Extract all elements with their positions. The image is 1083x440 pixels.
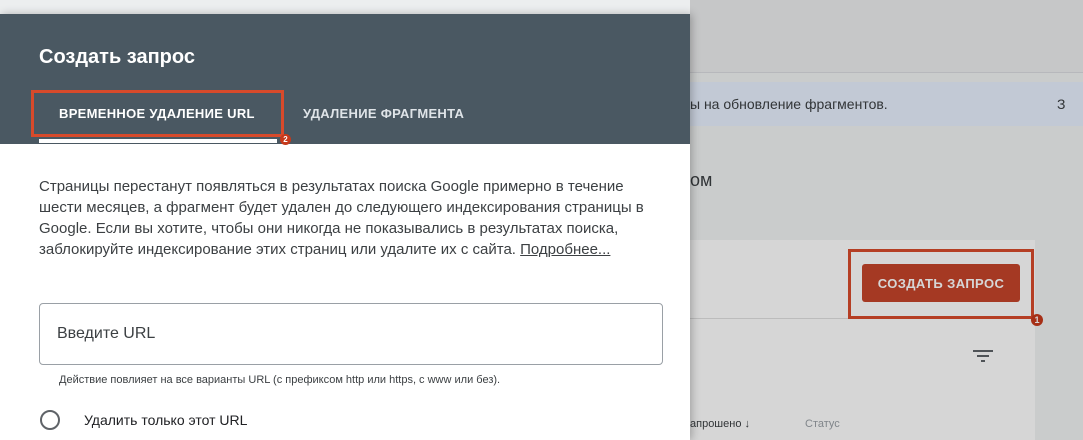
active-tab-indicator	[39, 139, 277, 143]
dialog-header: Создать запрос ВРЕМЕННОЕ УДАЛЕНИЕ URL УД…	[0, 14, 690, 145]
tab-fragment-removal[interactable]: УДАЛЕНИЕ ФРАГМЕНТА	[303, 106, 464, 121]
overlay-scrim	[690, 0, 1083, 440]
dialog-title: Создать запрос	[39, 46, 195, 68]
learn-more-link[interactable]: Подробнее...	[520, 241, 610, 258]
description-text: Страницы перестанут появляться в результ…	[39, 176, 659, 260]
radio-unchecked-icon[interactable]	[40, 410, 60, 430]
url-helper-text: Действие повлияет на все варианты URL (с…	[59, 374, 501, 386]
radio-label-this-url[interactable]: Удалить только этот URL	[84, 412, 247, 428]
url-input[interactable]	[39, 303, 663, 365]
step-badge-2: 2	[280, 134, 291, 145]
create-request-dialog: Создать запрос ВРЕМЕННОЕ УДАЛЕНИЕ URL УД…	[0, 14, 690, 440]
highlight-frame-tab	[31, 90, 284, 137]
